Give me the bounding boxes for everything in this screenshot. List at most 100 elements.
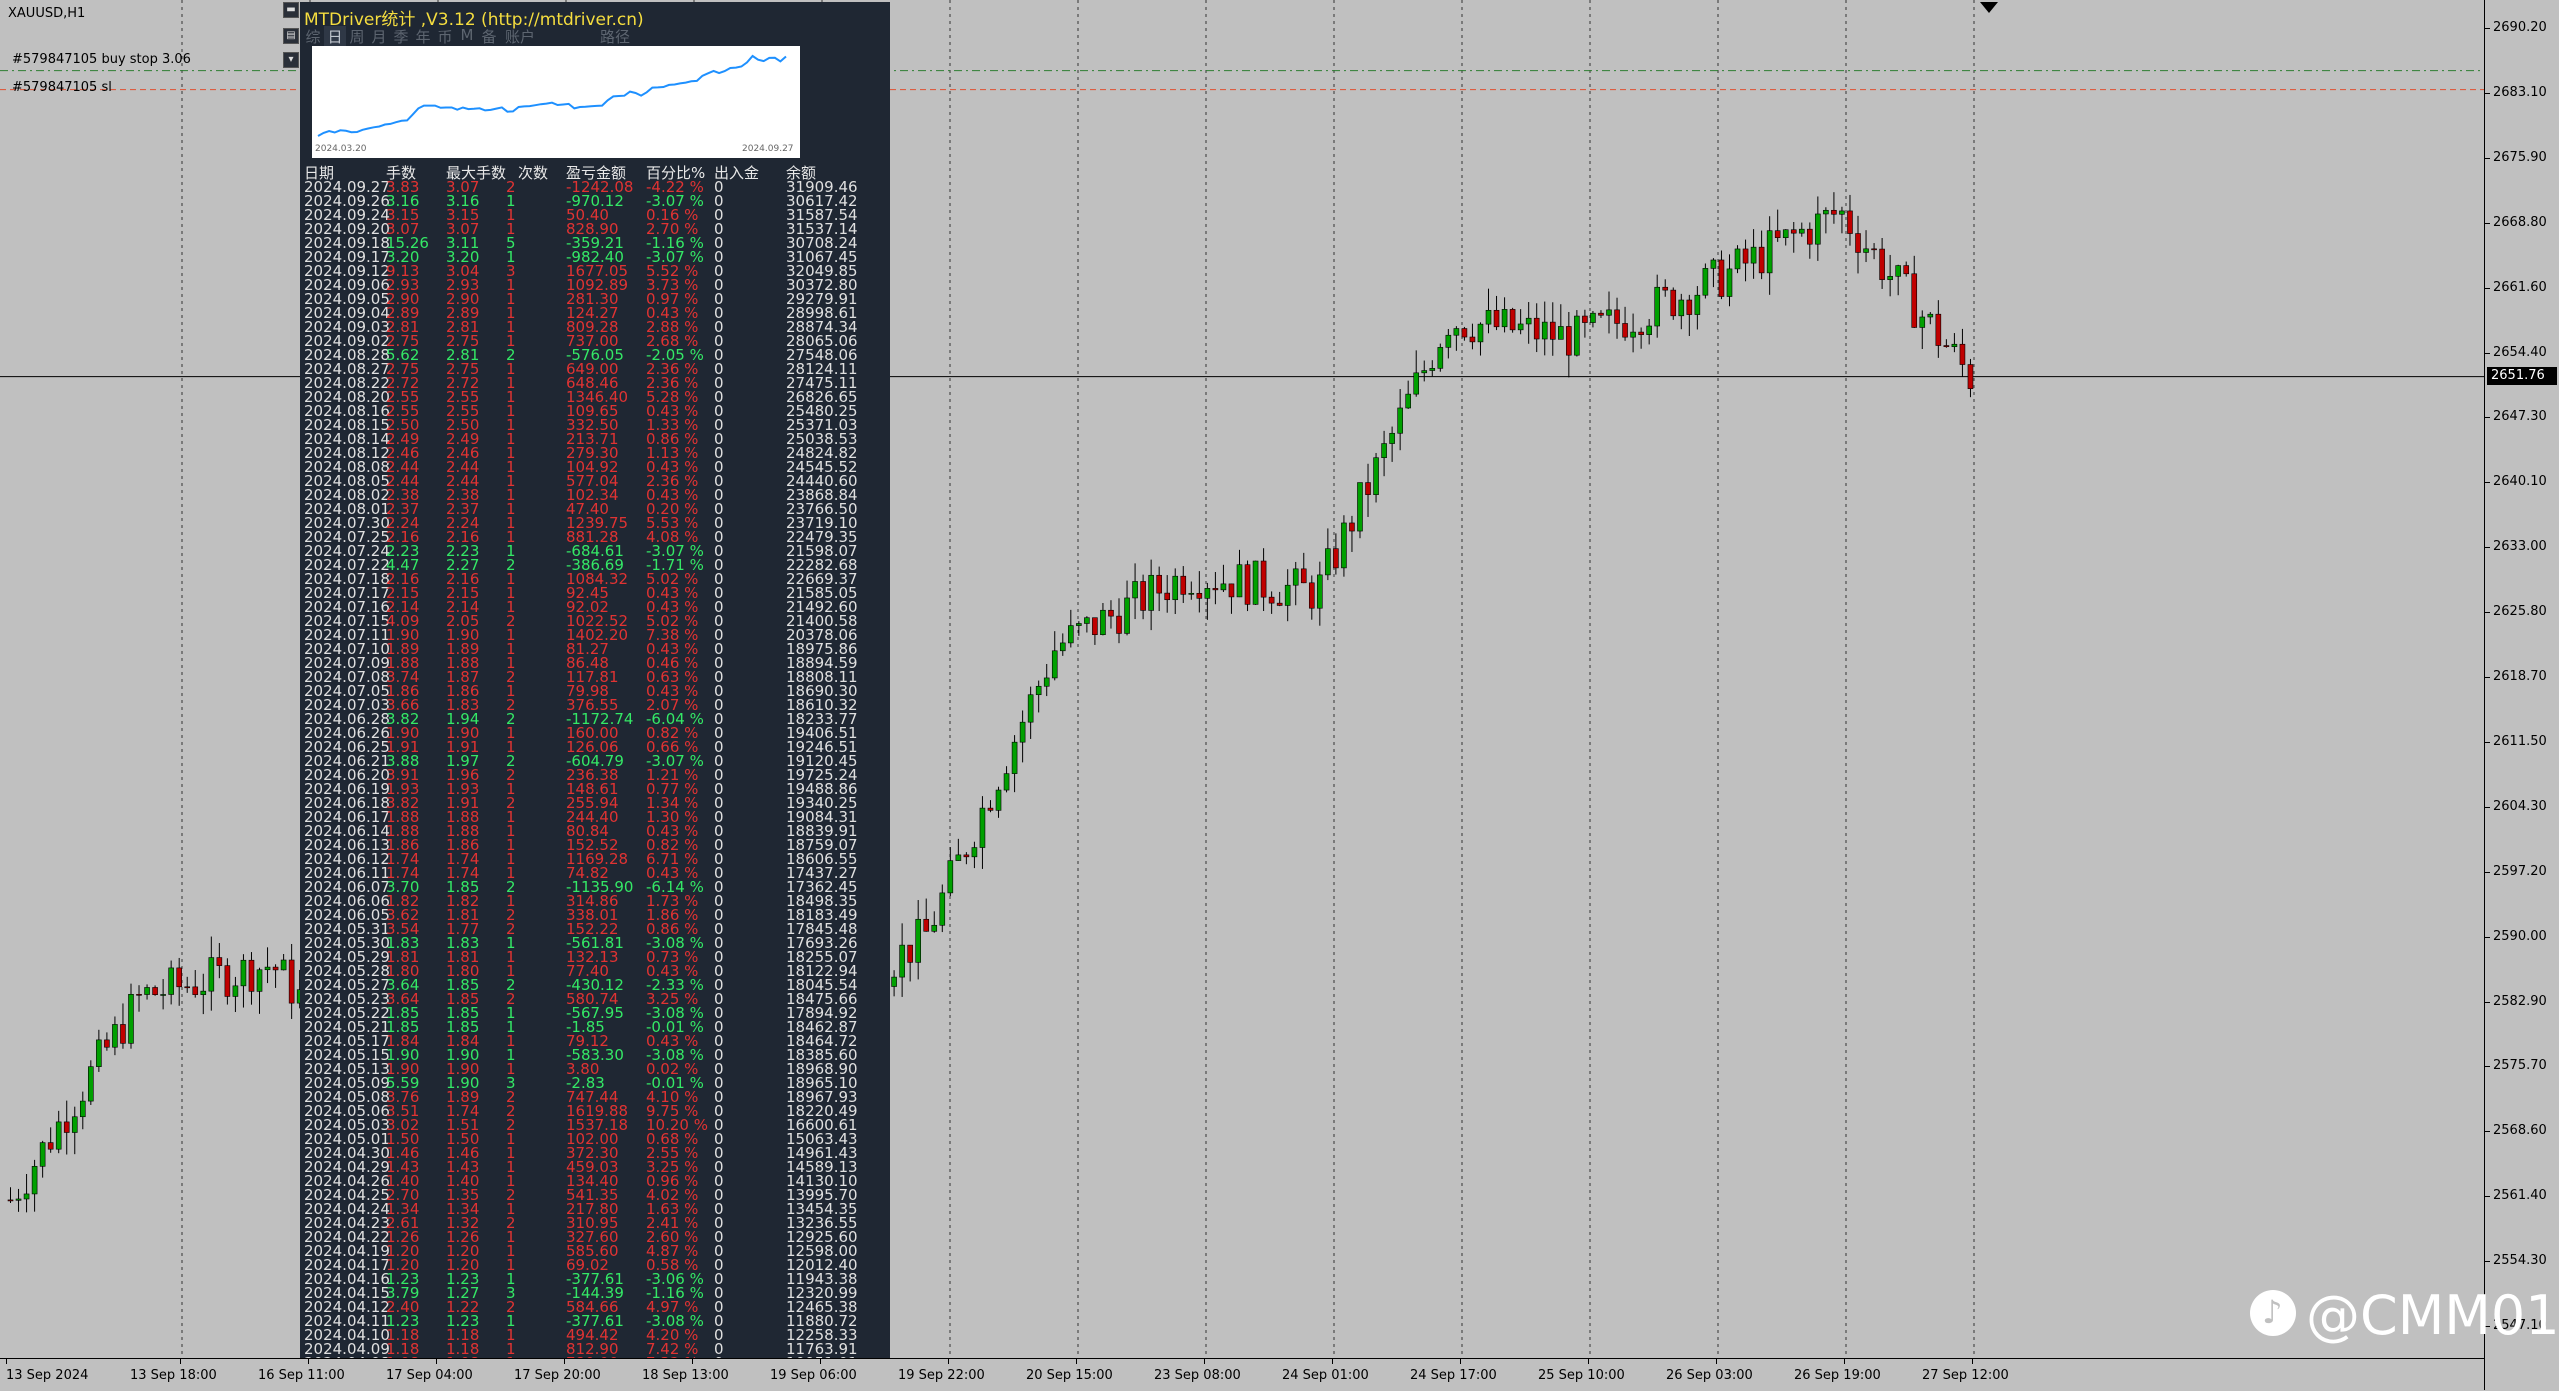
- time-tick: [1972, 1359, 1973, 1364]
- candle: [240, 959, 247, 987]
- candle: [96, 1039, 102, 1067]
- time-label: 16 Sep 11:00: [258, 1368, 345, 1383]
- candle: [1308, 582, 1315, 609]
- time-tick: [1716, 1359, 1717, 1364]
- tab-path[interactable]: 路径: [600, 26, 630, 47]
- time-label: 20 Sep 15:00: [1026, 1368, 1113, 1383]
- candle: [1413, 372, 1420, 395]
- candle: [1365, 482, 1371, 495]
- candle: [1003, 773, 1010, 791]
- candle: [1574, 315, 1580, 356]
- candle: [1774, 230, 1781, 239]
- panel-dropdown-icon[interactable]: ▾: [283, 52, 299, 68]
- time-label: 19 Sep 22:00: [898, 1368, 985, 1383]
- price-axis[interactable]: 2651.76 2690.20 2683.10 2675.90 2668.80 2661…: [2484, 0, 2559, 1390]
- price-label: 2568.60: [2493, 1123, 2547, 1139]
- buy-stop-order-label[interactable]: #579847105 buy stop 3.06: [12, 52, 191, 67]
- daily-stats-table: 2024.09.27 3.83 3.07 2 -1242.08 -4.22 % 0 31909…: [304, 180, 888, 1361]
- candle: [1622, 323, 1628, 338]
- candle: [248, 959, 255, 992]
- price-label: 2575.70: [2493, 1058, 2547, 1074]
- tab-currency[interactable]: 币: [434, 26, 456, 46]
- candle: [1630, 331, 1636, 338]
- candle: [1228, 583, 1235, 598]
- candle: [1815, 213, 1821, 245]
- candle: [1951, 343, 1958, 348]
- tab-note[interactable]: 备: [478, 26, 500, 46]
- price-label: 2625.80: [2493, 604, 2547, 620]
- candle: [1903, 265, 1910, 275]
- candle: [1493, 309, 1500, 328]
- candle: [1750, 246, 1757, 264]
- candle: [1059, 642, 1066, 652]
- time-label: 23 Sep 08:00: [1154, 1368, 1241, 1383]
- candle: [1694, 294, 1701, 315]
- price-tick: [2485, 741, 2490, 743]
- candle: [947, 860, 954, 894]
- price-label: 2554.30: [2493, 1253, 2547, 1269]
- candle: [1148, 574, 1154, 611]
- tab-week[interactable]: 周: [346, 26, 368, 46]
- candle: [1726, 268, 1733, 297]
- candle: [1847, 210, 1853, 234]
- tab-account[interactable]: 账户: [500, 26, 540, 46]
- candle: [216, 957, 223, 966]
- panel-chart-icon[interactable]: ▤: [283, 28, 299, 44]
- time-tick: [1844, 1359, 1845, 1364]
- candle: [1959, 343, 1966, 365]
- price-label: 2661.60: [2493, 279, 2547, 295]
- mtdriver-stats-panel: MTDriver统计 ,V3.12 (http://mtdriver.cn) 综…: [300, 2, 890, 1360]
- time-label: 17 Sep 04:00: [386, 1368, 473, 1383]
- time-tick: [564, 1359, 565, 1364]
- candle: [1260, 560, 1267, 598]
- candle: [264, 966, 271, 971]
- candle: [1517, 323, 1524, 331]
- price-tick: [2485, 1196, 2490, 1198]
- candle: [1790, 229, 1797, 234]
- candle: [176, 967, 182, 988]
- candle: [955, 854, 962, 861]
- candle: [1300, 568, 1307, 584]
- panel-minimize-icon[interactable]: ▬: [283, 2, 299, 18]
- tab-quarter[interactable]: 季: [390, 26, 412, 46]
- tab-month[interactable]: 月: [368, 26, 390, 46]
- candle: [1341, 522, 1347, 569]
- candle: [1236, 564, 1243, 598]
- time-tick: [1332, 1359, 1333, 1364]
- time-label: 25 Sep 10:00: [1538, 1368, 1625, 1383]
- candle: [1445, 334, 1452, 348]
- chart-shift-marker-icon[interactable]: [1980, 2, 1998, 13]
- tab-day[interactable]: 日: [324, 26, 346, 46]
- candle: [1501, 309, 1508, 328]
- candle: [47, 1142, 54, 1150]
- candle: [1325, 548, 1331, 576]
- candle: [1076, 623, 1082, 626]
- price-tick: [2485, 1066, 2490, 1068]
- candle: [1911, 273, 1918, 328]
- candle: [1509, 309, 1516, 331]
- candle: [1204, 588, 1211, 599]
- time-label: 24 Sep 01:00: [1282, 1368, 1369, 1383]
- candle: [979, 807, 986, 848]
- candle: [7, 1199, 14, 1202]
- time-axis[interactable]: 13 Sep 2024 13 Sep 18:00 16 Sep 11:00 17 Se…: [0, 1358, 2484, 1391]
- candle: [1084, 617, 1090, 624]
- panel-tabs: 综 日 周 月 季 年 币 M 备 账户: [302, 26, 540, 46]
- price-label: 2675.90: [2493, 149, 2547, 165]
- candle: [1276, 602, 1283, 606]
- tab-year[interactable]: 年: [412, 26, 434, 46]
- stop-loss-order-label[interactable]: #579847105 sl: [12, 80, 112, 95]
- price-tick: [2485, 1131, 2490, 1133]
- candle: [1590, 312, 1596, 323]
- candle: [1244, 564, 1251, 605]
- candle: [1582, 315, 1588, 323]
- candle: [1614, 309, 1620, 324]
- tab-summary[interactable]: 综: [302, 26, 324, 46]
- candle: [1718, 259, 1725, 297]
- candle: [168, 967, 174, 995]
- candle: [1606, 309, 1612, 316]
- candle: [1485, 309, 1492, 325]
- tab-magic[interactable]: M: [456, 26, 478, 46]
- candle: [1766, 230, 1773, 274]
- time-label: 13 Sep 2024: [6, 1368, 89, 1383]
